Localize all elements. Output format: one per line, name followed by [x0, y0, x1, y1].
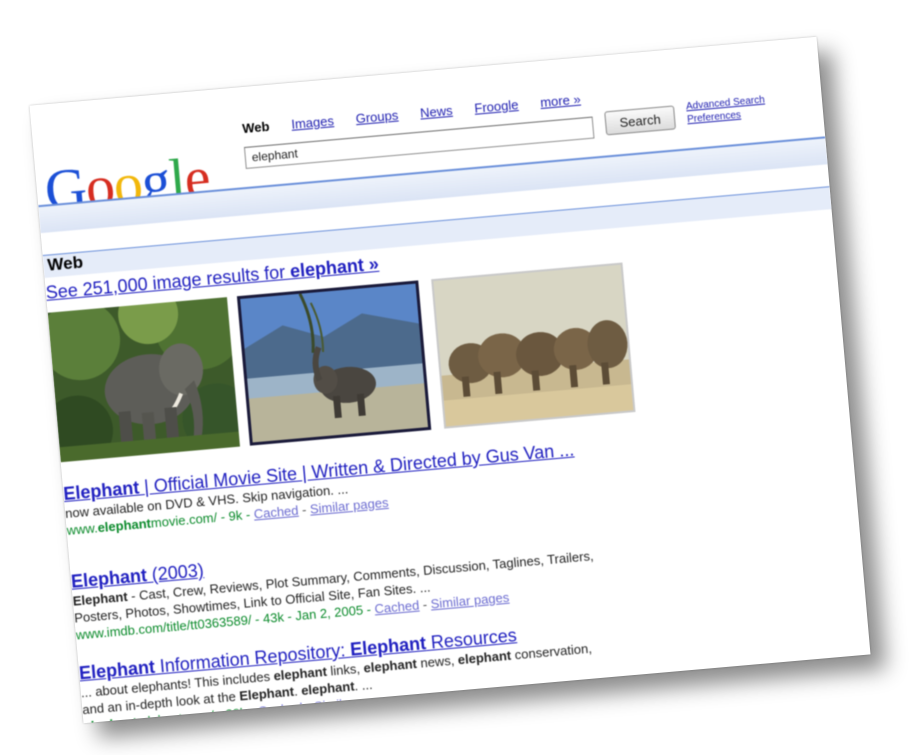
text-run: . ... [353, 676, 374, 694]
tab-news[interactable]: News [419, 103, 453, 121]
highlighted-term: elephant [96, 515, 152, 536]
text-run: news, [416, 652, 459, 671]
cached-link[interactable]: Cached [257, 700, 303, 719]
image-thumbnail-1[interactable] [47, 297, 241, 463]
image-thumbnail-2[interactable] [236, 280, 432, 446]
screenshot-sheet: Google Web Images Groups News Froogle more » … [29, 36, 871, 724]
tab-froogle[interactable]: Froogle [474, 97, 519, 116]
image-results-term: elephant » [289, 253, 380, 282]
elephant-herd-image [433, 264, 634, 427]
elephant-jungle-image [47, 297, 241, 463]
text-run: www. [66, 520, 99, 538]
image-thumbnail-3[interactable] [431, 262, 636, 429]
tab-web[interactable]: Web [242, 119, 270, 136]
highlighted-term: elephant [362, 655, 418, 676]
google-results-page: Google Web Images Groups News Froogle more » … [29, 37, 870, 723]
tab-more[interactable]: more » [540, 92, 582, 110]
tab-groups[interactable]: Groups [355, 108, 399, 127]
cached-link[interactable]: Cached [374, 598, 420, 617]
tab-images[interactable]: Images [291, 113, 335, 132]
search-button[interactable]: Search [604, 105, 677, 136]
cached-link[interactable]: Cached [253, 503, 299, 522]
section-title: Web [46, 252, 84, 275]
highlighted-term: elephant [457, 647, 512, 668]
elephant-lake-image [240, 283, 429, 443]
photo-stage: Google Web Images Groups News Froogle more » … [0, 0, 909, 755]
side-links: Advanced Search Preferences [686, 94, 767, 127]
